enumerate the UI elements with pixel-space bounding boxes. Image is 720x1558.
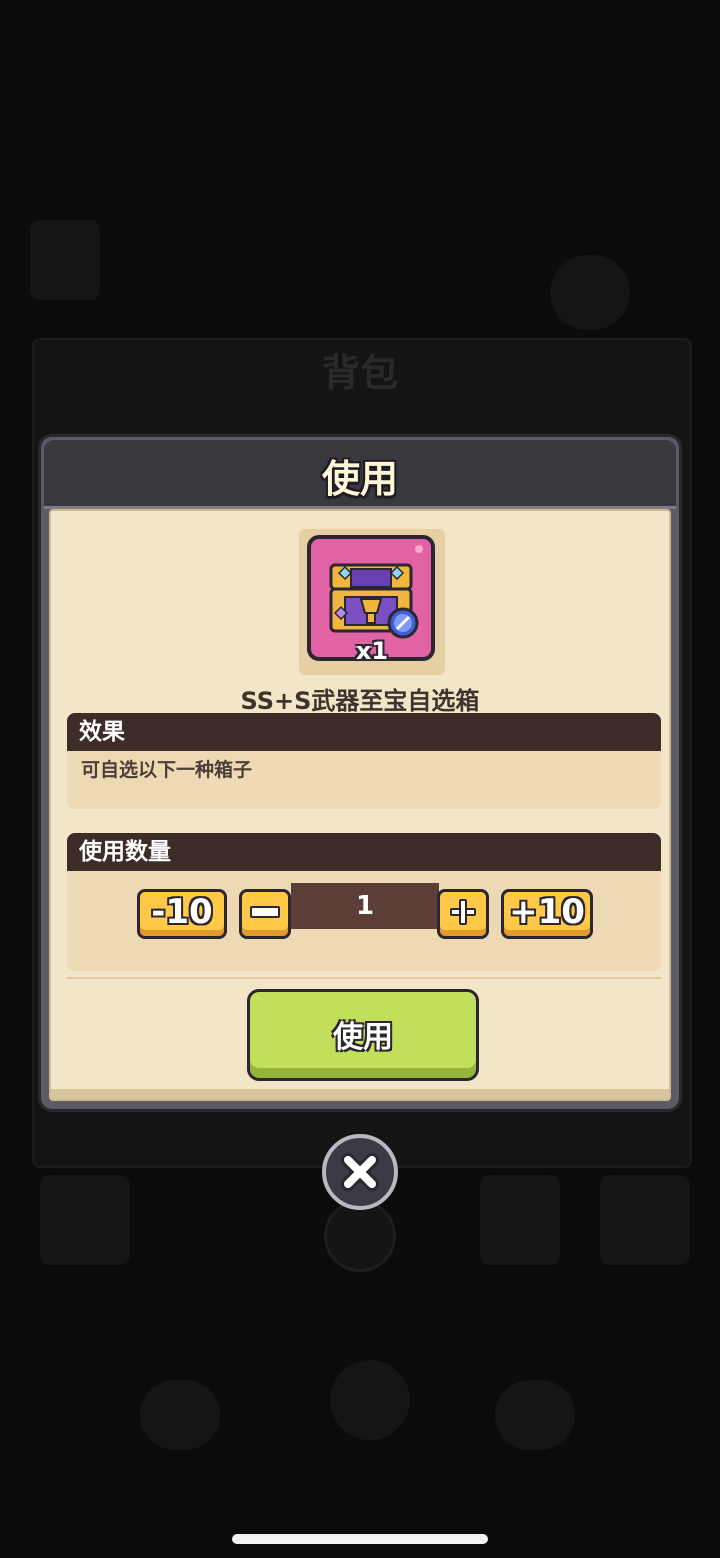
item-name: SS+S武器至宝自选箱	[240, 687, 480, 715]
effect-header: 效果	[67, 713, 661, 751]
effect-section: 效果 可自选以下一种箱子	[67, 713, 661, 809]
bg-nav-icon	[495, 1380, 575, 1450]
item-count: x1	[355, 637, 389, 665]
item-icon-frame: x1	[299, 529, 445, 675]
minus-10-button[interactable]: -10	[137, 889, 227, 939]
bg-nav-icon	[330, 1360, 410, 1440]
effect-description: 可自选以下一种箱子	[81, 759, 253, 781]
divider	[67, 977, 661, 979]
quantity-header: 使用数量	[67, 833, 661, 871]
use-item-dialog: 使用 x1 SS+S武器至宝自选箱 效果 可自选以下一种箱子 使用数量 1 -1…	[38, 434, 682, 1112]
plus-10-button[interactable]: +10	[501, 889, 593, 939]
home-indicator[interactable]	[232, 1534, 488, 1544]
minus-icon	[250, 905, 280, 918]
bg-tab-icon	[480, 1175, 560, 1265]
dialog-body: x1 SS+S武器至宝自选箱 效果 可自选以下一种箱子 使用数量 1 -10 +…	[49, 509, 671, 1101]
close-icon	[341, 1153, 379, 1191]
close-button-shadow	[324, 1200, 396, 1272]
bg-tab-icon	[40, 1175, 130, 1265]
dialog-bottom-strip	[51, 1089, 669, 1099]
bg-avatar	[550, 255, 630, 330]
bg-nav-icon	[140, 1380, 220, 1450]
bg-menu-button	[30, 220, 100, 300]
plus-button[interactable]	[437, 889, 489, 939]
dialog-title: 使用	[321, 457, 398, 501]
minus-button[interactable]	[239, 889, 291, 939]
use-button[interactable]: 使用	[247, 989, 479, 1081]
quantity-section: 使用数量 1 -10 +10	[67, 833, 661, 971]
use-button-label: 使用	[333, 1020, 393, 1055]
plus-icon	[450, 898, 476, 925]
dialog-header: 使用	[44, 440, 676, 509]
background-panel-title: 背包	[321, 351, 398, 395]
close-button[interactable]	[322, 1134, 398, 1210]
bg-tab-icon	[600, 1175, 690, 1265]
quantity-value[interactable]: 1	[291, 883, 439, 929]
